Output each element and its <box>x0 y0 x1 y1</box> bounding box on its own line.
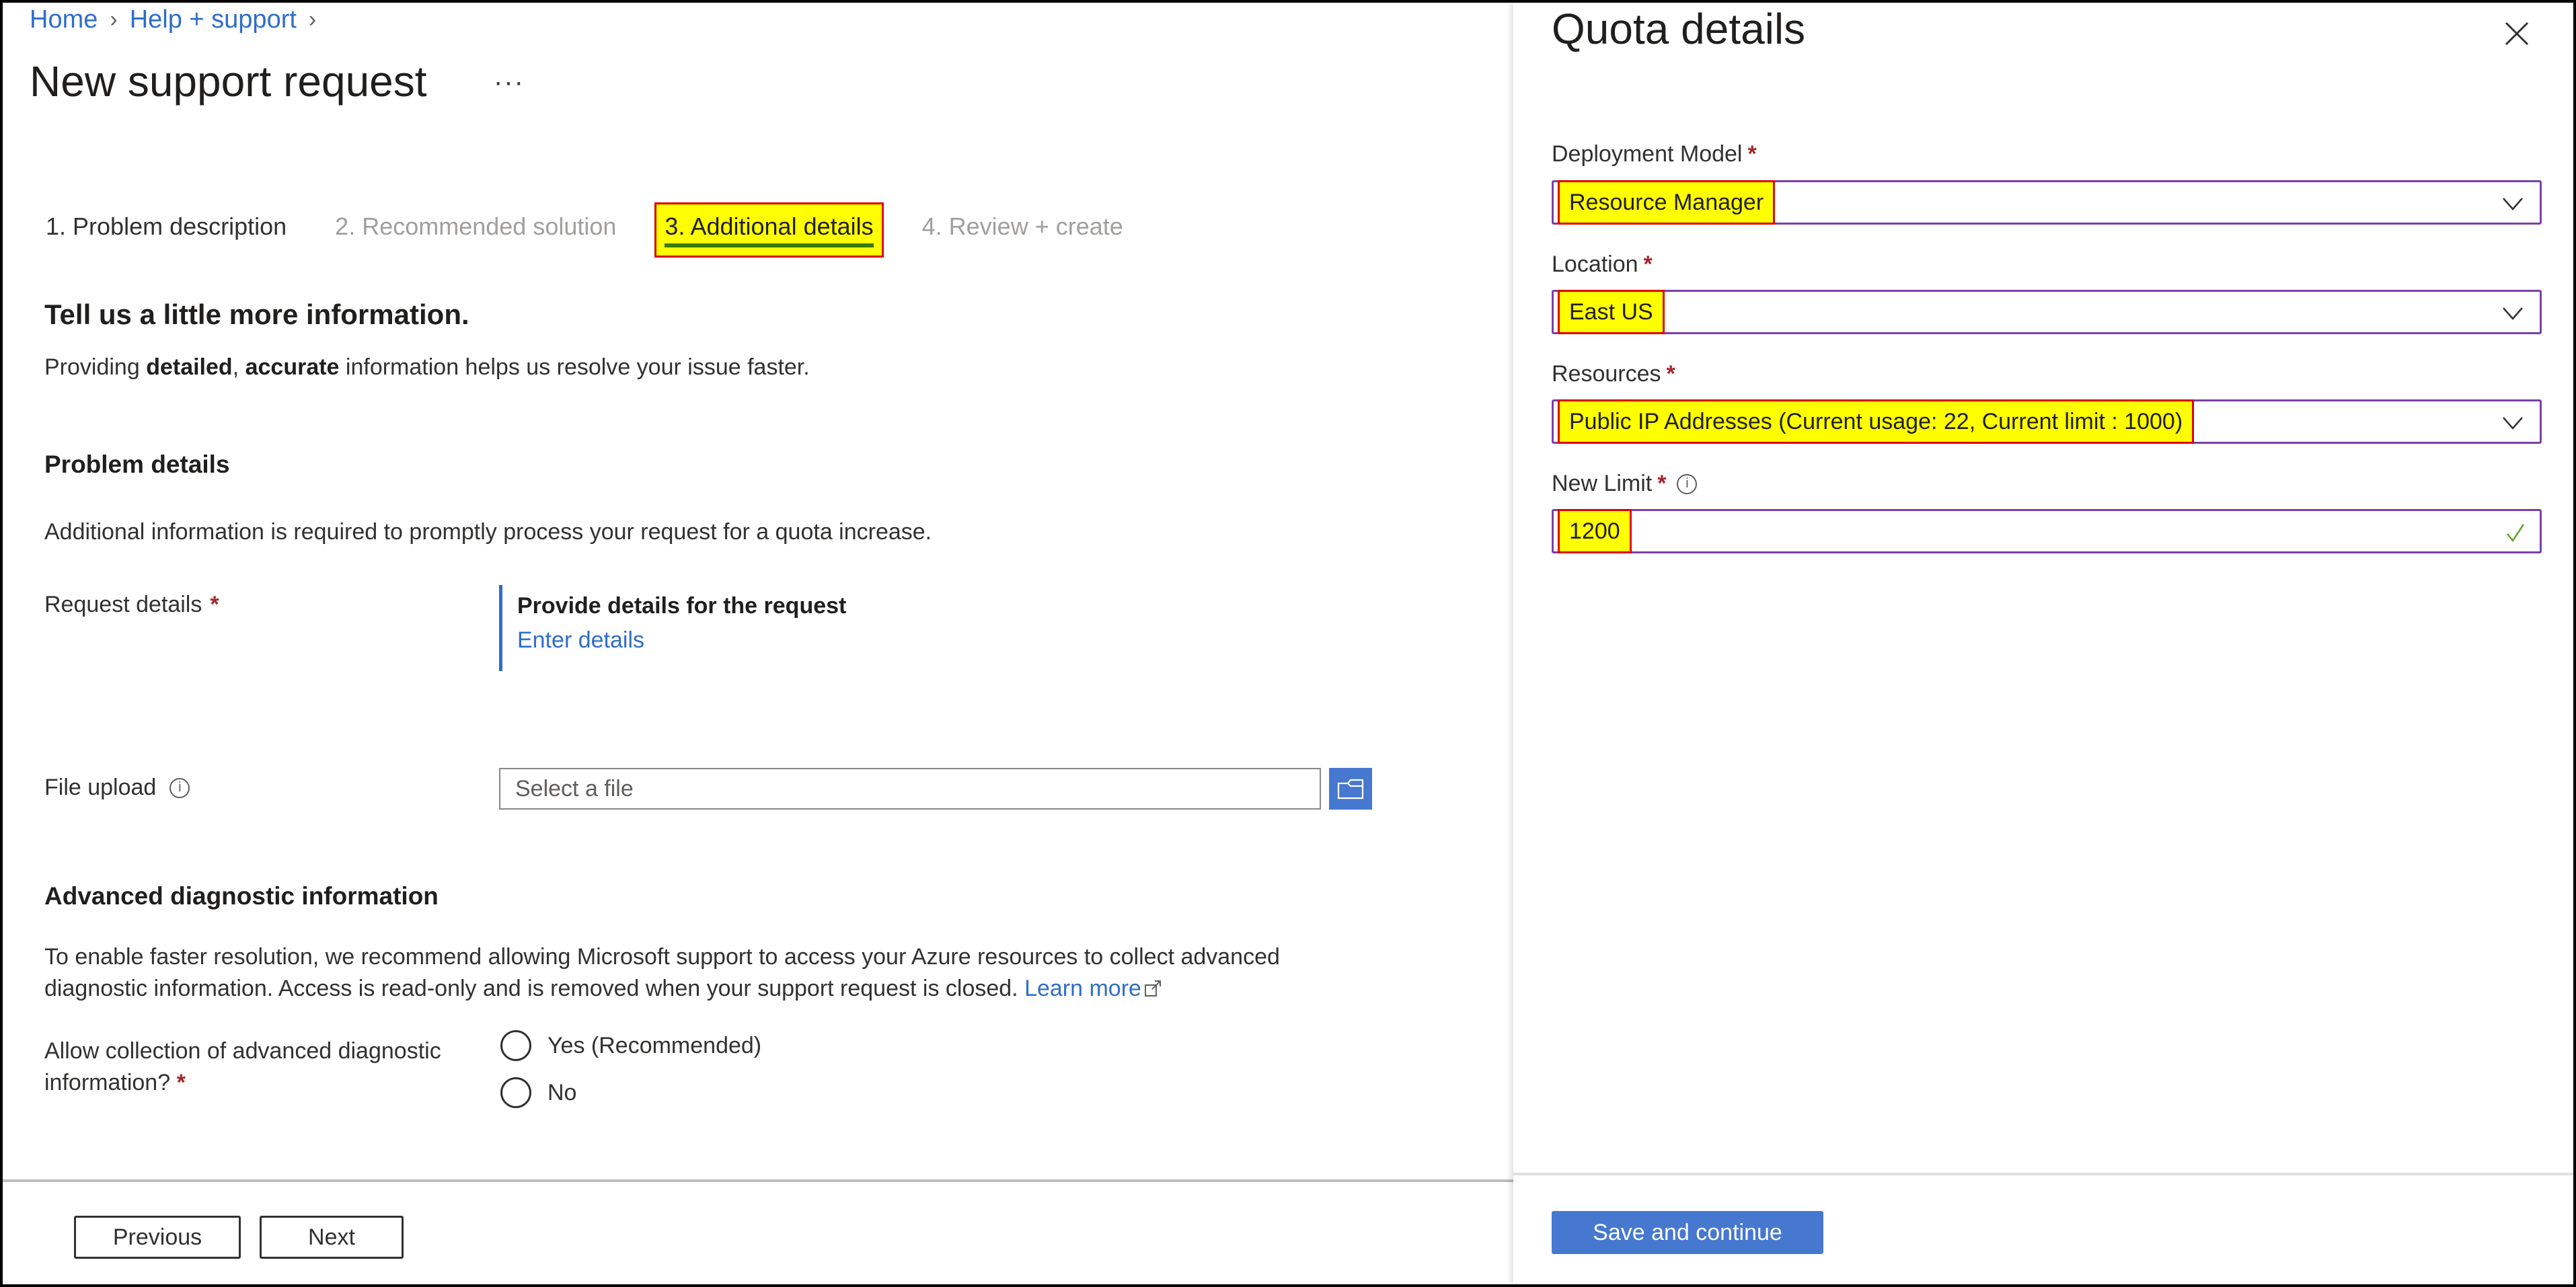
enter-details-link[interactable]: Enter details <box>517 627 903 654</box>
tab-problem-description[interactable]: 1. Problem description <box>44 204 295 256</box>
deployment-model-value: Resource Manager <box>1558 180 1776 225</box>
radio-no[interactable]: No <box>500 1077 576 1108</box>
advanced-diagnostic-heading: Advanced diagnostic information <box>44 882 439 910</box>
section-heading: Tell us a little more information. <box>44 299 469 330</box>
required-asterisk: * <box>1643 251 1653 277</box>
allow-diagnostics-label: Allow collection of advanced diagnostic … <box>44 1036 475 1099</box>
chevron-right-icon: › <box>308 7 317 32</box>
new-limit-value: 1200 <box>1558 509 1632 553</box>
location-select[interactable]: East US <box>1552 290 2542 334</box>
intro-prefix: Providing <box>44 354 147 380</box>
intro-suffix: information helps us resolve your issue … <box>339 354 810 380</box>
page-title: New support request <box>30 57 427 106</box>
allow-diagnostics-label-text: Allow collection of advanced diagnostic … <box>44 1038 441 1095</box>
radio-yes-label: Yes (Recommended) <box>547 1032 762 1058</box>
info-icon[interactable]: i <box>1677 473 1698 494</box>
location-value: East US <box>1558 290 1665 334</box>
info-icon[interactable]: i <box>169 777 190 798</box>
footer-divider <box>3 1179 1513 1182</box>
next-button[interactable]: Next <box>260 1216 404 1259</box>
new-limit-label: New Limit * i <box>1552 471 1698 497</box>
folder-icon <box>1337 779 1364 800</box>
new-limit-input[interactable]: 1200 <box>1552 509 2542 553</box>
problem-details-heading: Problem details <box>44 451 230 478</box>
required-asterisk: * <box>210 592 219 617</box>
file-upload-input[interactable]: Select a file <box>499 768 1321 810</box>
file-upload-label: File upload i <box>44 775 190 801</box>
intro-bold-accurate: accurate <box>245 354 340 380</box>
radio-yes-recommended[interactable]: Yes (Recommended) <box>500 1030 761 1061</box>
request-details-block: Provide details for the request Enter de… <box>499 585 903 671</box>
quota-details-panel: Quota details Deployment Model * Resourc… <box>1513 3 2573 1284</box>
new-limit-label-text: New Limit <box>1552 471 1653 496</box>
advanced-diagnostic-text: To enable faster resolution, we recommen… <box>44 941 1363 1005</box>
location-label: Location * <box>1552 251 1653 278</box>
deployment-model-select[interactable]: Resource Manager <box>1552 180 2542 225</box>
close-icon[interactable] <box>2501 17 2533 50</box>
request-details-label: Request details * <box>44 592 219 618</box>
chevron-down-icon <box>2503 307 2523 320</box>
file-upload-label-text: File upload <box>44 775 157 800</box>
panel-footer-divider <box>1513 1173 2573 1175</box>
required-asterisk: * <box>176 1070 186 1095</box>
request-block-title: Provide details for the request <box>517 593 847 619</box>
resources-label: Resources * <box>1552 361 1675 387</box>
breadcrumb-home[interactable]: Home <box>30 5 98 34</box>
tab-additional-details[interactable]: 3. Additional details <box>654 202 884 258</box>
learn-more-link[interactable]: Learn more <box>1024 976 1141 1001</box>
chevron-down-icon <box>2503 198 2523 210</box>
request-details-label-text: Request details <box>44 592 202 617</box>
tab-recommended-solution[interactable]: 2. Recommended solution <box>327 204 624 256</box>
deployment-model-label-text: Deployment Model <box>1552 141 1743 167</box>
radio-circle[interactable] <box>500 1077 531 1108</box>
required-asterisk: * <box>1747 141 1757 167</box>
external-link-icon <box>1144 980 1161 997</box>
app-frame: Home › Help + support › New support requ… <box>3 3 2573 1284</box>
breadcrumb-help-support[interactable]: Help + support <box>130 5 297 34</box>
intro-bold-detailed: detailed <box>146 354 233 380</box>
previous-button[interactable]: Previous <box>74 1216 241 1259</box>
location-label-text: Location <box>1552 251 1638 277</box>
chevron-right-icon: › <box>110 7 118 32</box>
checkmark-icon <box>2507 524 2525 543</box>
intro-comma: , <box>232 354 245 380</box>
resources-select[interactable]: Public IP Addresses (Current usage: 22, … <box>1552 399 2542 444</box>
radio-circle[interactable] <box>500 1030 531 1061</box>
support-request-pane: Home › Help + support › New support requ… <box>3 3 1513 1284</box>
browse-file-button[interactable] <box>1329 768 1372 810</box>
panel-title: Quota details <box>1552 5 1806 53</box>
more-options-button[interactable]: ··· <box>494 67 525 98</box>
deployment-model-label: Deployment Model * <box>1552 141 1757 167</box>
breadcrumb: Home › Help + support › <box>30 5 316 34</box>
resources-label-text: Resources <box>1552 361 1661 387</box>
intro-text: Providing detailed, accurate information… <box>44 354 810 381</box>
resources-value: Public IP Addresses (Current usage: 22, … <box>1558 399 2195 444</box>
problem-details-text: Additional information is required to pr… <box>44 519 932 545</box>
chevron-down-icon <box>2503 417 2523 430</box>
radio-no-label: No <box>547 1079 577 1105</box>
required-asterisk: * <box>1657 471 1667 496</box>
save-and-continue-button[interactable]: Save and continue <box>1552 1211 1823 1254</box>
wizard-tabs: 1. Problem description 2. Recommended so… <box>44 202 1164 258</box>
required-asterisk: * <box>1666 361 1675 387</box>
tab-review-create[interactable]: 4. Review + create <box>914 204 1131 256</box>
